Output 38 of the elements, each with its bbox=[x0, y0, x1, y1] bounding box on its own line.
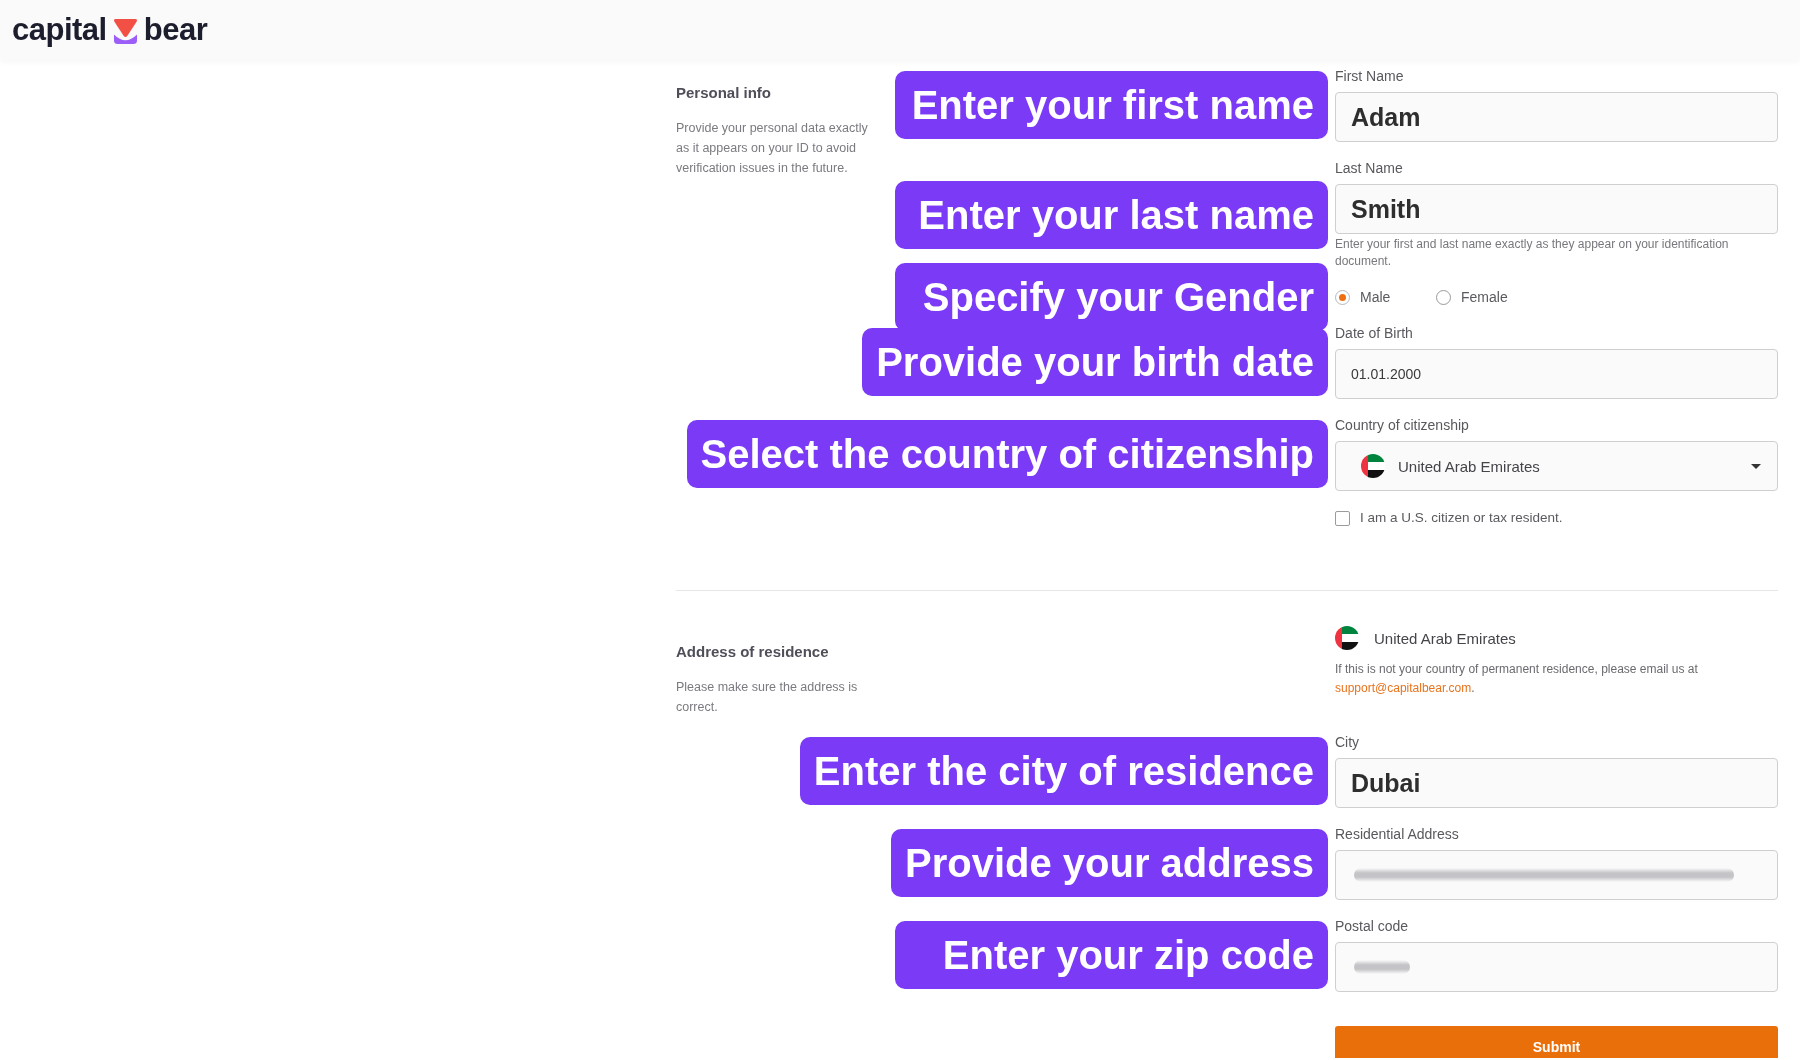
instruction-callout: Enter your first name bbox=[895, 70, 1328, 139]
instruction-callout: Enter your last name bbox=[895, 180, 1328, 249]
section-title: Address of residence bbox=[676, 643, 830, 661]
input-field[interactable] bbox=[1335, 942, 1778, 992]
instruction-callout: Select the country of citizenship bbox=[686, 419, 1328, 488]
instruction-callout: Provide your birth date bbox=[862, 327, 1328, 396]
logo-text: bear bbox=[143, 12, 208, 48]
section-title: Personal info bbox=[676, 84, 773, 102]
instruction-callout: Provide your address bbox=[890, 828, 1328, 897]
caret-icon bbox=[1751, 463, 1761, 469]
input-field[interactable]: Adam bbox=[1335, 92, 1778, 142]
field-label: Date of Birth bbox=[1335, 324, 1414, 342]
checkbox-option[interactable]: I am a U.S. citizen or tax resident. bbox=[1335, 508, 1778, 528]
country-select[interactable]: United Arab Emirates bbox=[1335, 441, 1778, 491]
flag-icon bbox=[1335, 626, 1359, 650]
field-label: Postal code bbox=[1335, 917, 1410, 935]
section-description: Please make sure the address is correct. bbox=[676, 679, 859, 716]
flag-icon bbox=[1361, 454, 1385, 478]
field-label: First Name bbox=[1335, 67, 1405, 85]
logo-text: capital bbox=[12, 12, 107, 48]
radio-option[interactable]: Male bbox=[1335, 287, 1436, 307]
input-field[interactable]: Smith bbox=[1335, 184, 1778, 234]
instruction-callout: Enter your zip code bbox=[895, 920, 1328, 989]
logo-mark-icon bbox=[112, 17, 138, 45]
field-label: Last Name bbox=[1335, 159, 1404, 177]
input-field[interactable]: Dubai bbox=[1335, 758, 1778, 808]
field-label: Country of citizenship bbox=[1335, 416, 1470, 434]
instruction-callout: Enter the city of residence bbox=[799, 736, 1328, 805]
input-field[interactable]: 01.01.2000 bbox=[1335, 349, 1778, 399]
field-label: City bbox=[1335, 733, 1361, 751]
section-description: Provide your personal data exactly as it appears on your ID to avoid verification issues in the future. bbox=[676, 120, 869, 177]
field-hint: Enter your first and last name exactly as they appear on your identification document. bbox=[1335, 236, 1730, 270]
residence-note: If this is not your country of permanent residence, please email us at support@capitalbear.com. bbox=[1335, 661, 1699, 697]
input-field[interactable] bbox=[1335, 850, 1778, 900]
field-label: Residential Address bbox=[1335, 825, 1460, 843]
instruction-callout: Specify your Gender bbox=[895, 263, 1328, 331]
residence-country: United Arab Emirates bbox=[1374, 629, 1516, 647]
radio-option[interactable]: Female bbox=[1436, 287, 1537, 307]
